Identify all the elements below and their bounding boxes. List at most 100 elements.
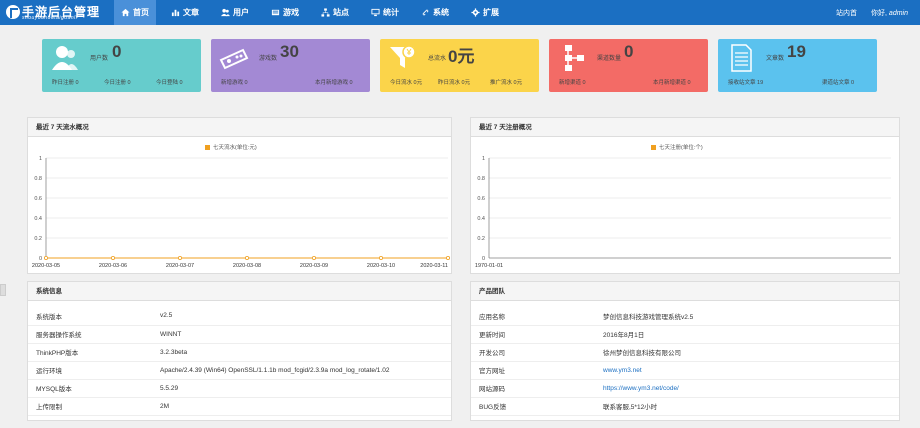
x-tick-label: 2020-03-10 xyxy=(367,263,395,269)
system-info-value: Apache/2.4.39 (Win64) OpenSSL/1.1.1b mod… xyxy=(152,361,451,380)
revenue-card: 总流水 0元 今日流水 0元 昨日流水 0元 推广流水 0元 xyxy=(380,39,539,92)
system-info-value: 2M xyxy=(152,397,451,416)
team-info-key: 网站源码 xyxy=(471,379,595,398)
system-info-row: 服务器操作系统 WINNT xyxy=(28,325,451,344)
revenue-card-footer-2: 昨日流水 0元 xyxy=(438,80,471,86)
users-icon xyxy=(221,8,230,17)
side-toggle[interactable] xyxy=(0,284,6,296)
data-point xyxy=(43,256,48,261)
nav-home[interactable]: 首页 xyxy=(114,0,156,25)
main-nav: 首页 文章 用户 游戏 站点 统计 系统 扩展 xyxy=(114,0,514,25)
nav-user[interactable]: 用户 xyxy=(214,0,256,25)
team-info-row: 官方网址 www.ym3.net xyxy=(471,361,899,380)
nav-extend[interactable]: 扩展 xyxy=(464,0,506,25)
revenue-card-footer-3: 推广流水 0元 xyxy=(490,80,523,86)
x-tick-label: 2020-03-05 xyxy=(32,263,60,269)
team-info-key: 应用名称 xyxy=(471,307,595,326)
system-info-title: 系统信息 xyxy=(28,282,451,301)
revenue-card-label: 总流水 xyxy=(428,56,447,62)
x-tick-label: 2020-03-07 xyxy=(166,263,194,269)
y-tick-label: 0.2 xyxy=(34,236,42,242)
nav-stats[interactable]: 统计 xyxy=(364,0,406,25)
system-info-key: 服务器操作系统 xyxy=(28,325,152,344)
system-info-value: v2.5 xyxy=(152,307,451,326)
team-info-panel: 产品团队 应用名称 梦创信息科技游戏管理系统v2.5 更新时间 2016年8月1日 开发… xyxy=(470,281,900,421)
x-tick-label: 1970-01-01 xyxy=(475,263,503,269)
data-point xyxy=(177,256,182,261)
x-tick-label: 2020-03-08 xyxy=(233,263,261,269)
team-info-title: 产品团队 xyxy=(471,282,899,301)
logo-mark-icon xyxy=(6,5,20,19)
channels-card-value: 0 xyxy=(624,42,634,61)
team-info-value[interactable]: www.ym3.net xyxy=(595,361,899,380)
home-icon xyxy=(121,8,130,17)
articles-card: 文章数 19 接收站文章 19 渠道站文章 0 xyxy=(718,39,877,92)
channels-card-footer-2: 本月新增渠道 0 xyxy=(653,80,691,86)
y-tick-label: 1 xyxy=(39,156,42,162)
reg-chart-panel: 最近 7 天注册概况 七天注册(单位:个) 0 0.2 0.4 0.6 0.8 1 1970… xyxy=(470,117,900,274)
system-info-table: 系统版本 v2.5 服务器操作系统 WINNT ThinkPHP版本 3.2.3beta 运… xyxy=(28,307,451,416)
system-info-value: 5.5.29 xyxy=(152,379,451,398)
articles-card-footer-2: 渠道站文章 0 xyxy=(822,80,855,86)
y-tick-label: 0 xyxy=(39,256,42,262)
team-info-key: BUG反馈 xyxy=(471,397,595,416)
channels-card: 渠道数量 0 新增渠道 0 本月新增渠道 0 xyxy=(549,39,708,92)
nav-home-label: 首页 xyxy=(133,8,149,17)
y-tick-label: 0.4 xyxy=(477,216,485,222)
channels-card-label: 渠道数量 xyxy=(597,56,622,62)
system-info-value: WINNT xyxy=(152,325,451,344)
team-info-row: 应用名称 梦创信息科技游戏管理系统v2.5 xyxy=(471,307,899,326)
reg-line-chart: 0 0.2 0.4 0.6 0.8 1 1970-01-01 xyxy=(475,156,891,269)
flow-chart-panel: 最近 7 天流水概况 七天流水(单位:元) 0 0.2 0.4 0.6 0.8 1 2020… xyxy=(27,117,452,274)
system-info-panel: 系统信息 系统版本 v2.5 服务器操作系统 WINNT ThinkPHP版本 3.2.3… xyxy=(27,281,452,421)
users-card-footer-2: 今日注册 0 xyxy=(104,80,131,86)
y-tick-label: 0 xyxy=(482,256,485,262)
nav-site[interactable]: 站点 xyxy=(314,0,356,25)
site-home-link[interactable]: 站内首 xyxy=(836,8,857,18)
nav-stats-label: 统计 xyxy=(383,8,399,17)
games-card: 游戏数 30 新增游戏 0 本月新增游戏 0 xyxy=(211,39,370,92)
users-card-value: 0 xyxy=(112,42,122,61)
users-card-footer-3: 今日登陆 0 xyxy=(156,80,183,86)
gamepad-icon xyxy=(219,48,249,70)
users-card: 用户数 0 昨日注册 0 今日注册 0 今日登陆 0 xyxy=(42,39,201,92)
nav-article[interactable]: 文章 xyxy=(164,0,206,25)
monitor-icon xyxy=(371,8,380,17)
users-card-footer-1: 昨日注册 0 xyxy=(52,80,79,86)
nav-article-label: 文章 xyxy=(183,8,199,17)
articles-card-footer-1: 接收站文章 19 xyxy=(728,80,764,86)
reg-chart-title: 最近 7 天注册概况 xyxy=(471,118,899,137)
nav-extend-label: 扩展 xyxy=(483,8,499,17)
nav-site-label: 站点 xyxy=(333,8,349,17)
games-card-label: 游戏数 xyxy=(259,56,278,62)
team-info-key: 更新时间 xyxy=(471,325,595,344)
system-info-key: 系统版本 xyxy=(28,307,152,326)
system-info-row: 上传限制 2M xyxy=(28,397,451,416)
user-icon xyxy=(52,46,78,70)
funnel-icon xyxy=(390,45,416,68)
flow-chart-title: 最近 7 天流水概况 xyxy=(28,118,451,137)
nav-game[interactable]: 游戏 xyxy=(264,0,306,25)
team-info-value[interactable]: https://www.ym3.net/code/ xyxy=(595,379,899,398)
system-info-key: MYSQL版本 xyxy=(28,379,152,398)
y-tick-label: 0.4 xyxy=(34,216,42,222)
system-info-key: ThinkPHP版本 xyxy=(28,343,152,362)
team-info-table: 应用名称 梦创信息科技游戏管理系统v2.5 更新时间 2016年8月1日 开发公司 徐州梦… xyxy=(471,307,899,416)
data-point xyxy=(378,256,383,261)
username[interactable]: admin xyxy=(889,10,908,17)
y-tick-label: 0.6 xyxy=(34,196,42,202)
team-info-link[interactable]: https://www.ym3.net/code/ xyxy=(603,385,679,392)
games-card-footer-1: 新增游戏 0 xyxy=(221,80,248,86)
team-info-row: 网站源码 https://www.ym3.net/code/ xyxy=(471,379,899,398)
flow-line-chart: 0 0.2 0.4 0.6 0.8 1 2020-03-05 2020-03-06 2020-0… xyxy=(32,156,450,269)
system-info-row: ThinkPHP版本 3.2.3beta xyxy=(28,343,451,362)
games-card-footer-2: 本月新增游戏 0 xyxy=(315,80,353,86)
system-info-row: 系统版本 v2.5 xyxy=(28,307,451,326)
logo[interactable]: 手游后台管理 shouyouhoutaiguanli xyxy=(6,3,102,21)
team-info-value: 徐州梦创信息科技有限公司 xyxy=(595,343,899,362)
sitemap-icon xyxy=(321,8,330,17)
team-info-link[interactable]: www.ym3.net xyxy=(603,367,642,374)
y-tick-label: 0.8 xyxy=(34,176,42,182)
y-tick-label: 0.2 xyxy=(477,236,485,242)
nav-system[interactable]: 系统 xyxy=(414,0,456,25)
